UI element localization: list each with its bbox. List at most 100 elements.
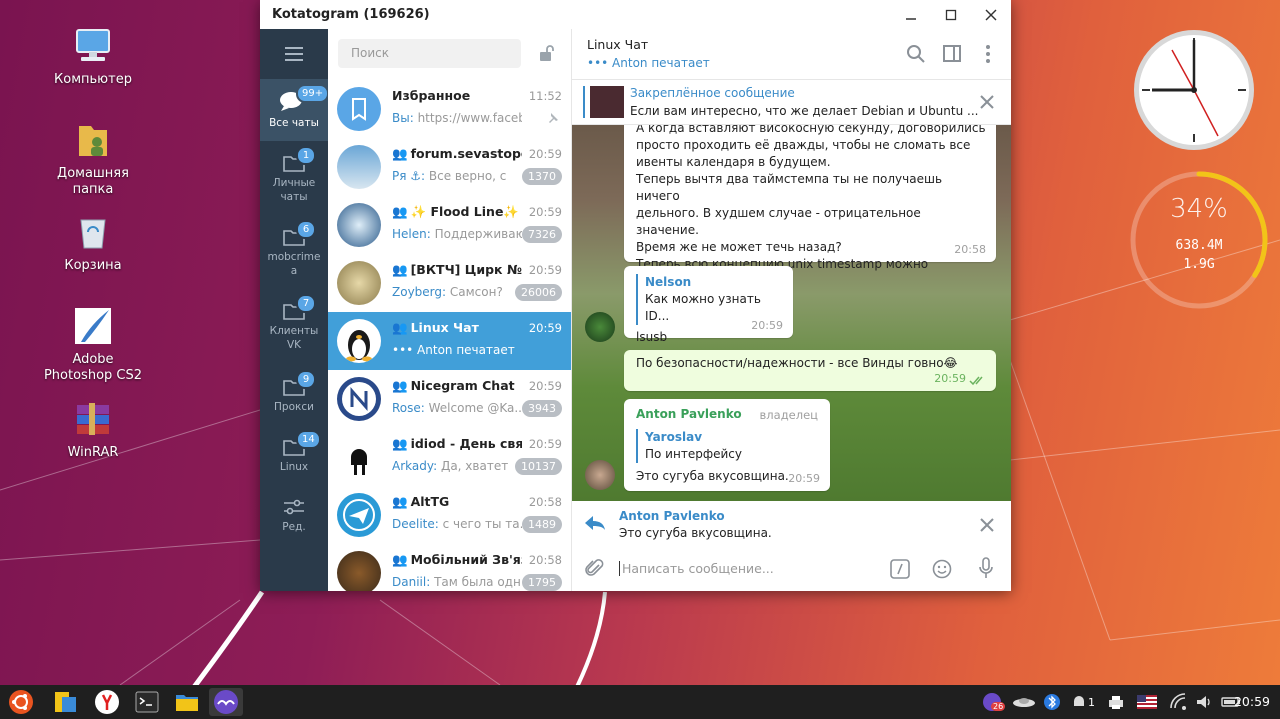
taskbar-folder[interactable] [172, 688, 202, 716]
close-window-button[interactable] [971, 0, 1011, 29]
message-time: 20:59 [934, 372, 966, 385]
taskbar-clock[interactable]: 20:59 [1234, 694, 1270, 709]
saved-messages-avatar [337, 87, 381, 131]
volume-icon[interactable] [1195, 693, 1213, 711]
notifications-icon[interactable] [1070, 692, 1088, 712]
message-bubble[interactable]: А когда вставляют високосную секунду, до… [624, 125, 996, 288]
maximize-button[interactable] [931, 0, 971, 29]
desktop-icon-computer[interactable]: Компьютер [38, 24, 148, 88]
message-line: просто проходить её дважды, чтобы не сло… [636, 138, 971, 152]
chat-row-alttg[interactable]: 👥AltTG 20:58 Deelite: с чего ты та... 14… [328, 486, 571, 544]
minimize-button[interactable] [891, 0, 931, 29]
unread-badge: 26006 [515, 284, 562, 301]
group-icon: 👥 [392, 146, 408, 161]
message-history[interactable]: А когда вставляют високосную секунду, до… [572, 125, 1011, 501]
pinned-message-bar[interactable]: Закреплённое сообщение Если вам интересн… [572, 80, 1011, 125]
taskbar-terminal[interactable] [132, 688, 162, 716]
search-input[interactable]: Поиск [338, 39, 521, 68]
chat-preview: Rose: Welcome @Ka... [392, 401, 522, 415]
minimize-icon [906, 17, 916, 20]
bot-commands-icon[interactable] [890, 559, 910, 579]
chat-header[interactable]: Linux Чат ••• Anton печатает [572, 29, 1011, 80]
lock-button[interactable] [538, 44, 556, 66]
desktop-icon-photoshop[interactable]: Adobe Photoshop CS2 [38, 304, 148, 384]
bookmark-icon [352, 98, 366, 121]
folder-clients-vk[interactable]: 7 Клиенты VK [260, 291, 328, 351]
folder-edit[interactable]: Ред. [260, 489, 328, 541]
group-icon: 👥 [392, 436, 408, 451]
reply-preview-bar[interactable]: Anton Pavlenko Это сугуба вкусовщина. [572, 501, 1011, 545]
chat-row-nicegram[interactable]: 👥 Nicegram Chat 20:59 Rose: Welcome @Ka..… [328, 370, 571, 428]
search-icon[interactable] [906, 44, 926, 64]
folder-badge: 1 [296, 146, 316, 165]
cloud-sync-icon[interactable] [1012, 692, 1036, 712]
emoji-icon[interactable] [932, 559, 952, 579]
chat-avatar [337, 435, 381, 479]
system-tray: 26 1 [982, 685, 1241, 719]
taskbar: 26 1 20:59 [0, 685, 1280, 719]
cancel-reply-icon[interactable] [980, 518, 994, 532]
menu-button[interactable] [260, 29, 328, 79]
desktop-icon-label: Компьютер [54, 72, 132, 87]
message-bubble[interactable]: Nelson Как можно узнать ID... lsusb 20:5… [624, 266, 793, 344]
folder-label: Linux [279, 461, 309, 473]
folder-mobcrimea[interactable]: 6 mobcrime a [260, 217, 328, 277]
outgoing-message-bubble[interactable]: По безопасности/надежности - все Винды г… [624, 350, 996, 391]
taskbar-kotatogram[interactable] [209, 688, 243, 716]
desktop-icon-winrar[interactable]: WinRAR [38, 397, 148, 461]
ubuntu-menu-button[interactable] [6, 688, 36, 716]
chat-preview: Zoyberg: Самсон? [392, 285, 522, 299]
unlock-icon [540, 45, 554, 61]
reply-quote[interactable]: Yaroslav По интерфейсу [636, 429, 820, 463]
analog-clock-widget [1132, 28, 1256, 152]
us-flag-keyboard-layout-icon[interactable] [1137, 695, 1157, 709]
more-options-icon[interactable] [978, 44, 998, 64]
folder-linux[interactable]: 14 Linux [260, 427, 328, 479]
tray-kotatogram[interactable]: 26 [982, 690, 1006, 714]
chat-row-saved[interactable]: Избранное 11:52 Вы: https://www.facebo..… [328, 80, 571, 138]
printer-icon[interactable] [1107, 693, 1125, 711]
sender-avatar[interactable] [585, 312, 615, 342]
folder-label: Прокси [274, 401, 314, 413]
group-icon: 👥 [392, 494, 408, 509]
unread-badge: 7326 [522, 226, 562, 243]
chat-row-flood-line[interactable]: 👥 ✨ Flood Line✨ 20:59 Helen: Поддерживаю … [328, 196, 571, 254]
window-title: Kotatogram (169626) [272, 7, 430, 22]
folder-proxy[interactable]: 9 Прокси [260, 367, 328, 419]
chat-sender: Ря ⚓: [392, 169, 429, 183]
chat-row-forum-sevastopol[interactable]: 👥forum.sevastopol... 20:59 Ря ⚓: Все вер… [328, 138, 571, 196]
chat-row-mobilnyi[interactable]: 👥Мобільний Зв'яз... 20:58 Daniil: Там бы… [328, 544, 571, 591]
chat-title: Linux Чат [587, 37, 649, 52]
chat-sender: Rose: [392, 401, 429, 415]
bluetooth-icon[interactable] [1044, 692, 1060, 712]
folder-label: a [290, 265, 298, 277]
chat-name-text: forum.sevastopol... [410, 146, 522, 161]
taskbar-yandex-browser[interactable] [92, 688, 122, 716]
folder-all-chats[interactable]: 99+ Все чаты [260, 79, 330, 141]
message-input[interactable]: Написать сообщение... [619, 561, 774, 576]
files-icon [55, 692, 76, 712]
title-bar[interactable]: Kotatogram (169626) [260, 0, 1011, 30]
folder-personal[interactable]: 1 Личные чаты [260, 143, 328, 203]
chat-time: 20:59 [528, 147, 562, 161]
chat-sender: Вы: [392, 111, 418, 125]
chat-row-idiod[interactable]: 👥idiod - День свят... 20:59 Arkady: Да, … [328, 428, 571, 486]
sender-avatar[interactable] [585, 460, 615, 490]
sidebar-toggle-icon[interactable] [942, 44, 962, 64]
desktop-icon-home[interactable]: Домашняя папка [38, 118, 148, 198]
pinned-title: Закреплённое сообщение [630, 86, 795, 100]
microphone-icon[interactable] [978, 557, 994, 579]
message-time: 20:59 [751, 319, 783, 332]
desktop-icon-label: Photoshop CS2 [43, 368, 143, 383]
attach-icon[interactable] [584, 558, 604, 578]
chat-row-linux-chat[interactable]: 👥 Linux Чат 20:59 ••• Anton печатает [328, 312, 571, 370]
desktop-icon-trash[interactable]: Корзина [38, 210, 148, 274]
chat-preview: Вы: https://www.facebo... [392, 111, 522, 125]
taskbar-file-manager[interactable] [50, 688, 80, 716]
wifi-icon[interactable] [1169, 693, 1187, 711]
message-bubble[interactable]: Anton Pavlenko владелец Yaroslav По инте… [624, 399, 830, 491]
trash-icon [71, 210, 115, 254]
chat-row-circus[interactable]: 👥 [ВКТЧ] Цирк №1 20:59 Zoyberg: Самсон? 2… [328, 254, 571, 312]
chat-sender: Helen: [392, 227, 435, 241]
close-pinned-icon[interactable] [980, 95, 994, 109]
